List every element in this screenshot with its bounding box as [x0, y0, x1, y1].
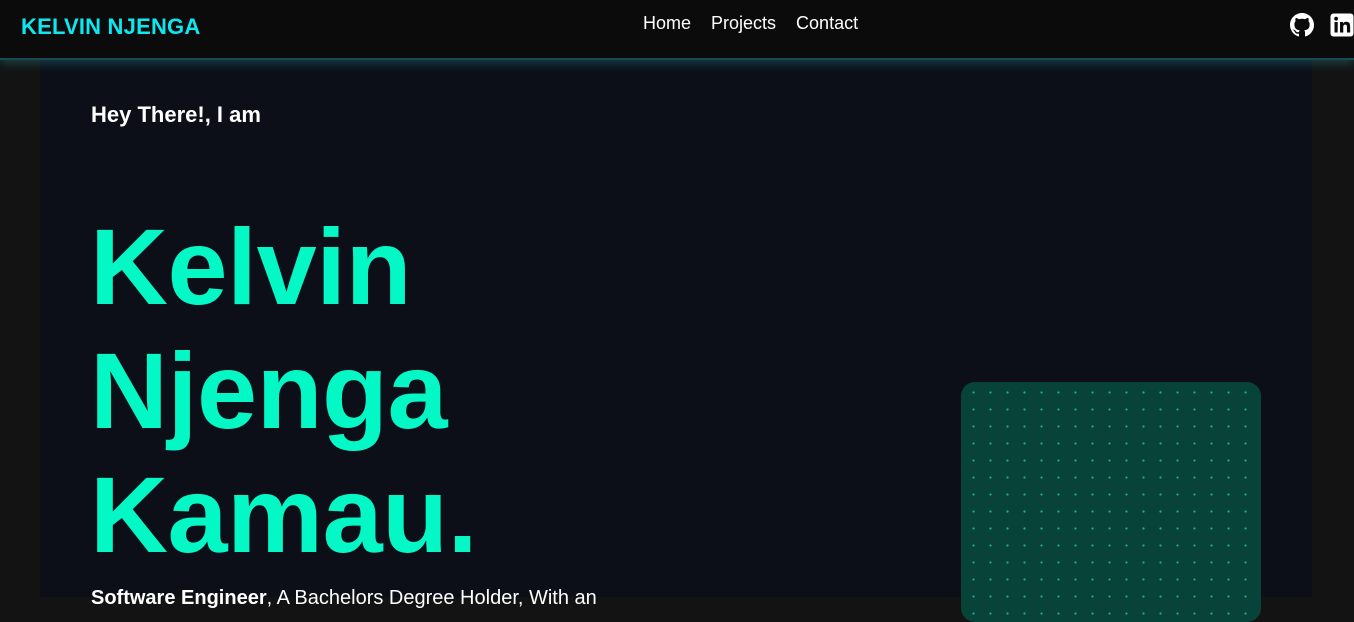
- linkedin-link[interactable]: [1330, 13, 1354, 37]
- nav-link-projects[interactable]: Projects: [711, 13, 776, 33]
- hero-name-line: Njenga: [90, 330, 448, 451]
- hero-tagline: Software Engineer, A Bachelors Degree Ho…: [91, 587, 597, 610]
- nav-item-home: Home: [643, 13, 691, 34]
- nav-link-contact[interactable]: Contact: [796, 13, 858, 33]
- linkedin-icon: [1330, 13, 1354, 37]
- dotted-pattern-card: [961, 382, 1261, 622]
- tagline-text: , A Bachelors Degree Holder, With an: [266, 587, 597, 609]
- hero-greeting: Hey There!, I am: [91, 102, 261, 127]
- hero-name-line: Kamau.: [90, 454, 478, 575]
- tagline-role: Software Engineer: [91, 587, 267, 609]
- social-links: [1290, 13, 1354, 37]
- nav-item-contact: Contact: [796, 13, 858, 34]
- navbar: KELVIN NJENGA Home Projects Contact: [0, 0, 1354, 60]
- hero-name: Kelvin Njenga Kamau.: [90, 205, 478, 577]
- nav-links: Home Projects Contact: [643, 13, 858, 34]
- nav-link-home[interactable]: Home: [643, 13, 691, 33]
- github-icon: [1290, 13, 1314, 37]
- hero-section: Hey There!, I am Kelvin Njenga Kamau. So…: [40, 60, 1312, 622]
- github-link[interactable]: [1290, 13, 1314, 37]
- hero-name-line: Kelvin: [90, 206, 412, 327]
- nav-item-projects: Projects: [711, 13, 776, 34]
- brand-logo-link[interactable]: KELVIN NJENGA: [21, 14, 200, 40]
